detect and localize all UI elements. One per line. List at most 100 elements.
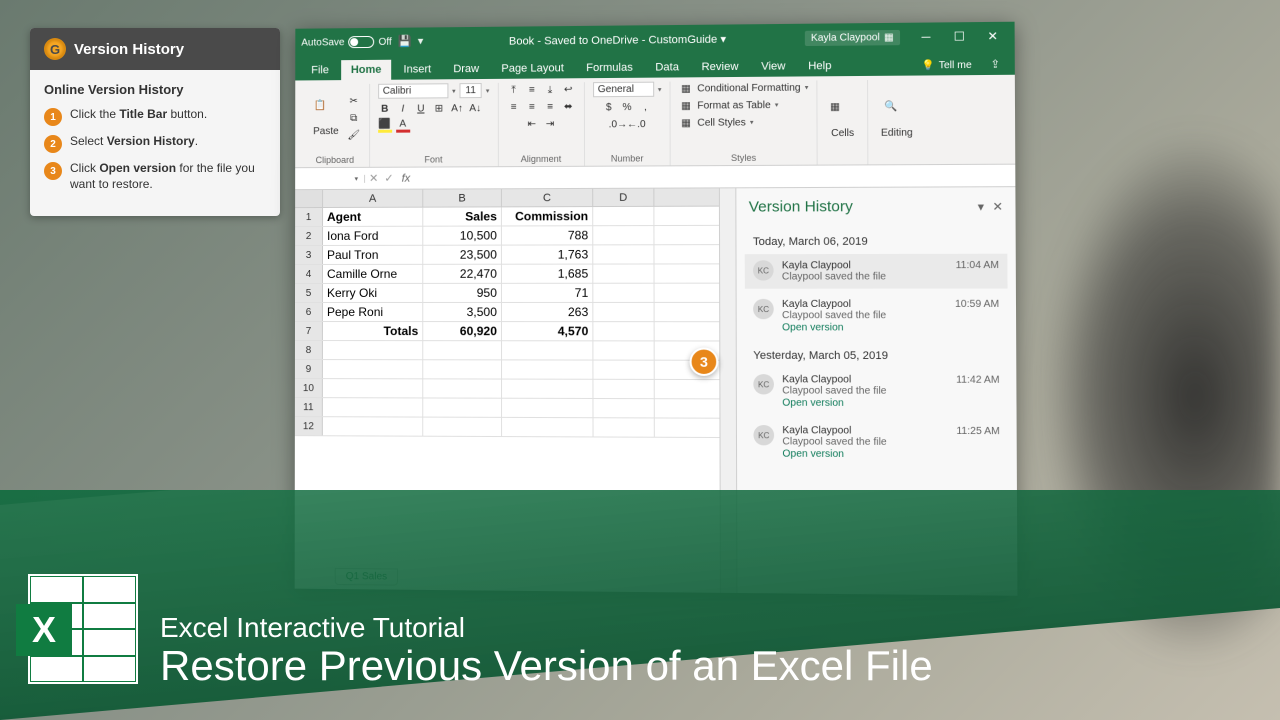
maximize-button[interactable]: ☐ <box>944 25 975 48</box>
version-history-item[interactable]: KCKayla ClaypoolClaypool saved the fileO… <box>745 293 1008 340</box>
cell[interactable] <box>323 341 423 359</box>
tell-me-search[interactable]: 💡 Tell me <box>913 56 980 76</box>
font-size-dropdown[interactable]: 11 <box>460 83 482 98</box>
cell[interactable] <box>593 380 654 398</box>
cell[interactable]: 23,500 <box>423 246 502 264</box>
cell[interactable] <box>593 322 654 340</box>
cell[interactable]: Kerry Oki <box>323 284 423 302</box>
cell[interactable]: Commission <box>502 207 593 225</box>
font-color-button[interactable]: A <box>396 119 410 133</box>
comma-icon[interactable]: , <box>638 100 652 114</box>
cell[interactable]: 3,500 <box>423 303 502 321</box>
ribbon-tab-formulas[interactable]: Formulas <box>576 58 643 79</box>
close-pane-icon[interactable]: ✕ <box>992 199 1003 213</box>
ribbon-tab-page-layout[interactable]: Page Layout <box>491 58 574 79</box>
row-header[interactable]: 1 <box>295 208 323 226</box>
row-header[interactable]: 4 <box>295 265 323 283</box>
increase-indent-icon[interactable]: ⇥ <box>543 117 557 131</box>
cell[interactable] <box>593 341 654 359</box>
share-button[interactable]: ⇪ <box>982 53 1008 75</box>
wrap-text-icon[interactable]: ↩ <box>561 82 575 96</box>
row-header[interactable]: 2 <box>295 227 323 245</box>
version-history-item[interactable]: KCKayla ClaypoolClaypool saved the fileO… <box>745 419 1008 467</box>
cell[interactable] <box>502 399 593 418</box>
italic-button[interactable]: I <box>396 102 410 116</box>
ribbon-tab-review[interactable]: Review <box>691 57 749 78</box>
underline-button[interactable]: U <box>414 101 428 115</box>
format-as-table-button[interactable]: ▦Format as Table▾ <box>679 98 779 113</box>
paste-button[interactable]: 📋 Paste <box>309 98 343 139</box>
open-version-link[interactable]: Open version <box>782 322 947 333</box>
cell[interactable] <box>423 379 502 397</box>
ribbon-tab-view[interactable]: View <box>751 56 796 77</box>
select-all-corner[interactable] <box>295 190 323 207</box>
cell[interactable]: Iona Ford <box>323 227 423 245</box>
row-header[interactable]: 5 <box>295 284 323 302</box>
cell[interactable] <box>502 341 593 359</box>
border-button[interactable]: ⊞ <box>432 101 446 115</box>
formula-input[interactable] <box>414 175 1015 178</box>
cells-button[interactable]: ▦ Cells <box>826 99 859 141</box>
col-header-a[interactable]: A <box>323 190 423 207</box>
cell[interactable] <box>502 360 593 378</box>
ribbon-tab-insert[interactable]: Insert <box>393 59 441 79</box>
format-painter-button[interactable]: 🖌 <box>347 128 361 142</box>
doc-title[interactable]: Book - Saved to OneDrive - CustomGuide ▾ <box>432 31 805 48</box>
row-header[interactable]: 10 <box>295 379 323 397</box>
cut-button[interactable]: ✂ <box>347 94 361 108</box>
close-button[interactable]: ✕ <box>977 25 1008 48</box>
cell[interactable] <box>502 380 593 398</box>
col-header-d[interactable]: D <box>593 189 654 206</box>
version-history-item[interactable]: KCKayla ClaypoolClaypool saved the file1… <box>745 254 1008 289</box>
save-icon[interactable]: 💾 <box>398 35 412 49</box>
cell[interactable] <box>593 361 654 379</box>
ribbon-tab-home[interactable]: Home <box>341 60 392 80</box>
cell[interactable] <box>423 398 502 416</box>
ribbon-tab-help[interactable]: Help <box>798 56 842 77</box>
cell[interactable]: 10,500 <box>423 226 502 244</box>
align-middle-icon[interactable]: ≡ <box>525 83 539 97</box>
cell[interactable]: 950 <box>423 284 502 302</box>
cell[interactable] <box>423 418 502 436</box>
cell[interactable] <box>593 207 654 225</box>
row-header[interactable]: 11 <box>295 398 323 416</box>
cell[interactable] <box>323 417 423 435</box>
decrease-indent-icon[interactable]: ⇤ <box>525 117 539 131</box>
cell-styles-button[interactable]: ▦Cell Styles▾ <box>679 115 754 130</box>
cell[interactable] <box>593 303 654 321</box>
decrease-font-icon[interactable]: A↓ <box>468 101 482 115</box>
editing-button[interactable]: 🔍 Editing <box>877 99 917 141</box>
cancel-formula-icon[interactable]: ✕ <box>369 172 378 185</box>
bold-button[interactable]: B <box>378 102 392 116</box>
open-version-link[interactable]: Open version <box>782 398 948 410</box>
version-history-item[interactable]: KCKayla ClaypoolClaypool saved the fileO… <box>745 368 1008 416</box>
align-right-icon[interactable]: ≡ <box>543 100 557 114</box>
cell[interactable]: 4,570 <box>502 322 593 340</box>
cell[interactable]: 1,763 <box>502 245 593 263</box>
cell[interactable]: 22,470 <box>423 265 502 283</box>
minimize-button[interactable]: ─ <box>910 25 941 48</box>
cell[interactable]: 263 <box>502 303 593 321</box>
number-format-dropdown[interactable]: General <box>593 82 654 98</box>
increase-font-icon[interactable]: A↑ <box>450 101 464 115</box>
col-header-b[interactable]: B <box>423 189 502 206</box>
cell[interactable]: Paul Tron <box>323 246 423 264</box>
cell[interactable]: Camille Orne <box>323 265 423 283</box>
row-header[interactable]: 12 <box>295 417 323 435</box>
font-name-dropdown[interactable]: Calibri <box>378 83 448 99</box>
open-version-link[interactable]: Open version <box>782 448 948 460</box>
cell[interactable] <box>593 245 654 263</box>
cell[interactable] <box>594 418 655 436</box>
autosave-toggle[interactable]: AutoSave Off <box>301 36 391 49</box>
row-header[interactable]: 7 <box>295 322 323 340</box>
copy-button[interactable]: ⧉ <box>347 111 361 125</box>
name-box[interactable]: ▾ <box>295 174 365 182</box>
conditional-formatting-button[interactable]: ▦Conditional Formatting▾ <box>679 80 809 95</box>
decrease-decimal-icon[interactable]: ←.0 <box>629 117 643 131</box>
row-header[interactable]: 3 <box>295 246 323 264</box>
cell[interactable] <box>593 226 654 244</box>
cell[interactable] <box>502 418 593 437</box>
cell[interactable] <box>323 379 423 397</box>
qat-more-icon[interactable]: ▾ <box>418 34 432 48</box>
toggle-switch-icon[interactable] <box>349 36 375 48</box>
